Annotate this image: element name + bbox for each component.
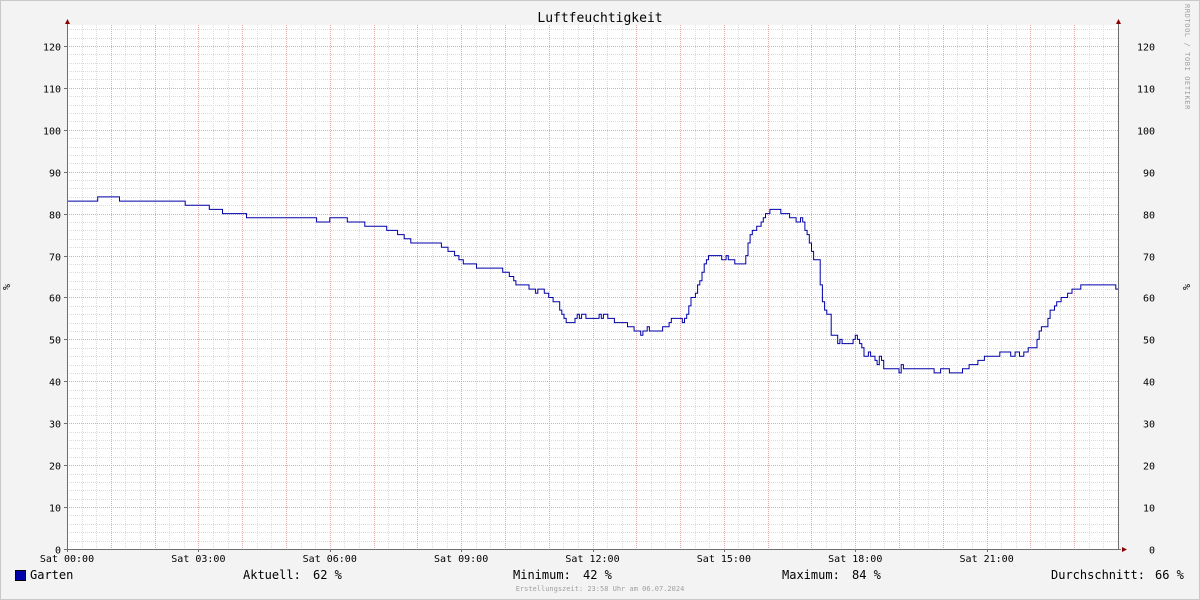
y-tick-label-right: 60 xyxy=(1143,294,1155,305)
y-tick-label-right: 90 xyxy=(1143,169,1155,180)
chart-canvas: 0 010 1020 2030 3040 4050 5060 6070 7080 8090 9010… xyxy=(2,19,1193,565)
x-tick-label: Sat 21:00 xyxy=(960,554,1014,565)
legend-maximum-label: Maximum: xyxy=(782,568,840,582)
y-tick-label-left: 60 xyxy=(49,294,61,305)
x-tick-label: Sat 09:00 xyxy=(434,554,488,565)
y-tick-label-left: 90 xyxy=(49,169,61,180)
x-tick-label: Sat 06:00 xyxy=(303,554,357,565)
legend-series-name: Garten xyxy=(30,568,74,582)
legend-durchschnitt-value: 66 % xyxy=(1155,568,1184,582)
creation-time-footer: Erstellungszeit: 23:58 Uhr am 06.07.2024 xyxy=(515,585,685,593)
y-tick-label-right: 120 xyxy=(1137,43,1155,54)
legend-minimum-value: 42 % xyxy=(583,568,612,582)
y-tick-label-right: 10 xyxy=(1143,504,1155,515)
x-tick-label: Sat 12:00 xyxy=(565,554,619,565)
legend-aktuell-value: 62 % xyxy=(313,568,342,582)
y-tick-label-left: 110 xyxy=(43,85,61,96)
y-tick-label-right: 20 xyxy=(1143,462,1155,473)
y-tick-label-right: 110 xyxy=(1137,85,1155,96)
y-tick-label-right: 70 xyxy=(1143,253,1155,264)
x-tick-label: Sat 15:00 xyxy=(697,554,751,565)
y-axis-arrow-right xyxy=(1116,19,1121,24)
y-tick-label-right: 100 xyxy=(1137,127,1155,138)
x-tick-label: Sat 03:00 xyxy=(171,554,225,565)
legend-swatch-garten xyxy=(15,570,26,581)
legend-aktuell-label: Aktuell: xyxy=(243,568,301,582)
y-tick-label-left: 30 xyxy=(49,420,61,431)
plot-area xyxy=(67,25,1118,549)
x-tick-label: Sat 18:00 xyxy=(828,554,882,565)
y-tick-label-right: 40 xyxy=(1143,378,1155,389)
y-tick-label-right: 80 xyxy=(1143,211,1155,222)
y-tick-label-right: 0 xyxy=(1149,546,1155,557)
y-tick-label-right: 30 xyxy=(1143,420,1155,431)
y-axis-label-right: % xyxy=(1182,284,1193,290)
legend-durchschnitt-label: Durchschnitt: xyxy=(1051,568,1145,582)
y-tick-label-left: 50 xyxy=(49,336,61,347)
legend-minimum-label: Minimum: xyxy=(513,568,571,582)
y-tick-label-left: 120 xyxy=(43,43,61,54)
y-tick-label-right: 50 xyxy=(1143,336,1155,347)
y-tick-label-left: 40 xyxy=(49,378,61,389)
x-axis-arrow xyxy=(1122,547,1127,552)
y-tick-label-left: 100 xyxy=(43,127,61,138)
y-tick-label-left: 80 xyxy=(49,211,61,222)
y-tick-label-left: 70 xyxy=(49,253,61,264)
y-tick-label-left: 20 xyxy=(49,462,61,473)
y-tick-label-left: 10 xyxy=(49,504,61,515)
y-axis-label-left: % xyxy=(2,284,13,290)
x-tick-label: Sat 00:00 xyxy=(40,554,94,565)
y-axis-arrow-left xyxy=(65,19,70,24)
legend-maximum-value: 84 % xyxy=(852,568,881,582)
